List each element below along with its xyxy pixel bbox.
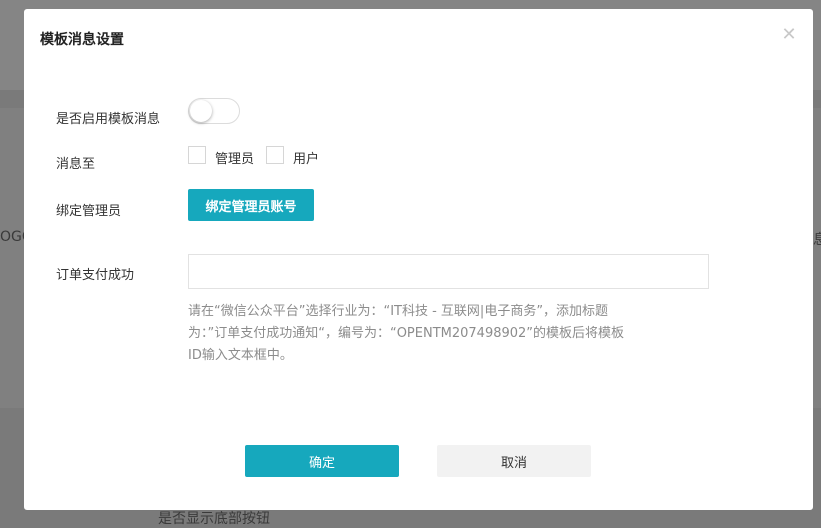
background-bottom-text: 是否显示底部按钮	[158, 511, 270, 527]
modal-title: 模板消息设置	[40, 32, 124, 48]
cancel-button[interactable]: 取消	[437, 445, 591, 477]
user-checkbox-label[interactable]: 用户	[293, 148, 319, 167]
background-text-right: 息	[813, 232, 821, 248]
notify-label: 消息至	[56, 157, 96, 172]
admin-checkbox-label[interactable]: 管理员	[215, 148, 254, 167]
hint-line: 请在“微信公众平台”选择行业为：“IT科技 - 互联网|电子商务”，添加标题	[188, 304, 609, 319]
hint-line: 为：”订单支付成功通知“，编号为：“OPENTM207498902”的模板后将模…	[188, 326, 625, 341]
user-checkbox[interactable]	[266, 146, 284, 164]
admin-checkbox[interactable]	[188, 146, 206, 164]
toggle-knob	[190, 100, 212, 122]
bind-admin-label: 绑定管理员	[56, 204, 122, 219]
hint-line: ID输入文本框中。	[188, 348, 293, 363]
enable-label: 是否启用模板消息	[56, 112, 161, 127]
enable-toggle[interactable]	[188, 98, 240, 124]
close-icon[interactable]: ✕	[781, 26, 797, 44]
order-paid-template-input[interactable]	[188, 254, 709, 289]
template-message-modal: 模板消息设置 ✕ 是否启用模板消息 消息至 管理员 用户 绑定管理员 绑定管理员…	[24, 9, 813, 510]
hint-text: 请在“微信公众平台”选择行业为：“IT科技 - 互联网|电子商务”，添加标题 为…	[188, 301, 712, 367]
bind-admin-button[interactable]: 绑定管理员账号	[188, 189, 314, 221]
order-paid-label: 订单支付成功	[56, 268, 135, 283]
confirm-button[interactable]: 确定	[245, 445, 399, 477]
